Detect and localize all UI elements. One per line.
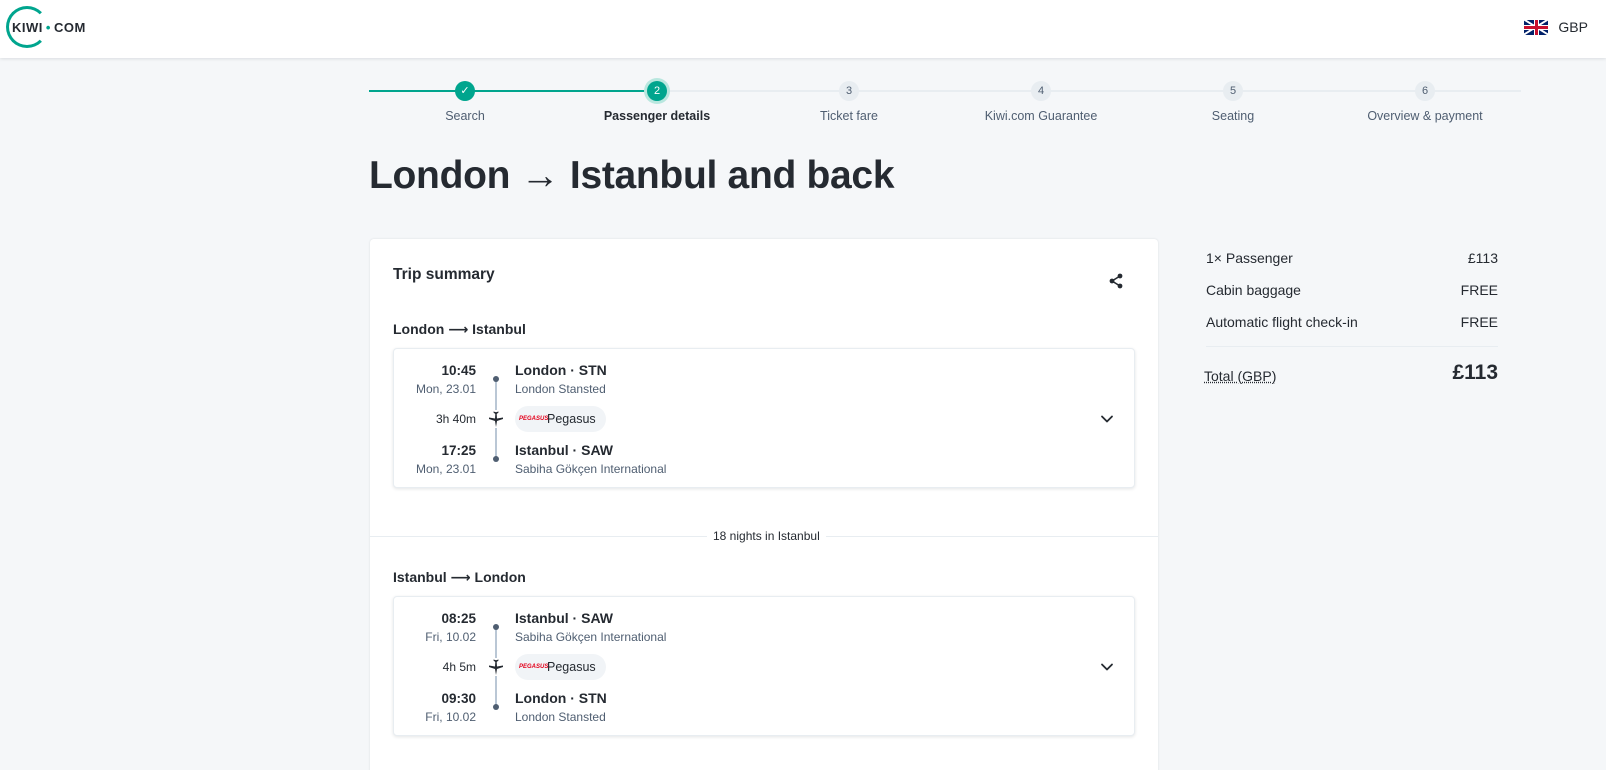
arrival-date: Mon, 23.01 [415,462,476,476]
step-number: 5 [1223,81,1243,101]
price-label: Cabin baggage [1206,282,1301,298]
carrier-name: Pegasus [547,412,596,426]
top-bar: KIWI • COM GBP [0,0,1606,58]
booking-stepper: ✓ Search 2 Passenger details 3 Ticket fa… [369,80,1521,130]
step-guarantee: 4 Kiwi.com Guarantee [961,80,1121,123]
total-price: £113 [1452,361,1498,384]
price-value: FREE [1460,314,1498,330]
price-label: 1× Passenger [1206,250,1293,266]
price-divider [1206,346,1498,347]
step-number: 2 [647,81,667,101]
departure-airport: Sabiha Gökçen International [515,630,667,644]
total-label[interactable]: Total (GBP) [1204,368,1276,384]
flight-duration: 3h 40m [435,412,476,426]
arrival-airport: London Stansted [515,710,606,724]
step-seating: 5 Seating [1153,80,1313,123]
currency-label: GBP [1558,19,1588,35]
step-label: Overview & payment [1367,109,1483,123]
trip-summary-title: Trip summary [393,266,495,283]
kiwi-logo[interactable]: KIWI • COM [6,6,96,48]
step-check-icon: ✓ [455,81,475,101]
step-ticket-fare: 3 Ticket fare [769,80,929,123]
share-icon[interactable] [1107,272,1125,290]
segment-outbound[interactable]: 10:45 Mon, 23.01 3h 40m 17:25 Mon, 23.01… [393,348,1135,488]
uk-flag-icon [1524,19,1549,35]
plane-icon [487,658,505,676]
logo-text: KIWI • COM [12,19,86,35]
step-label: Seating [1211,109,1255,123]
trip-summary-card: Trip summary London ⟶ Istanbul 10:45 Mon… [370,239,1158,770]
departure-date: Mon, 23.01 [415,382,476,396]
leg-title-outbound: London ⟶ Istanbul [393,321,526,337]
price-value: FREE [1460,282,1498,298]
chevron-down-icon[interactable] [1099,659,1115,675]
flight-duration: 4h 5m [442,660,476,674]
departure-time: 08:25 [441,611,476,626]
pegasus-logo-icon: PEGASUS [519,416,549,422]
arrival-date: Fri, 10.02 [425,710,476,724]
timeline-dot [493,456,499,462]
step-number: 6 [1415,81,1435,101]
step-passenger-details[interactable]: 2 Passenger details [577,80,737,123]
step-label: Passenger details [603,109,711,123]
departure-date: Fri, 10.02 [425,630,476,644]
carrier-name: Pegasus [547,660,596,674]
currency-selector[interactable]: GBP [1524,19,1588,35]
arrival-place: London · STN [515,690,607,706]
arrival-airport: Sabiha Gökçen International [515,462,667,476]
departure-place: London · STN [515,362,607,378]
arrival-time: 09:30 [441,691,476,706]
price-value: £113 [1467,250,1498,266]
segment-return[interactable]: 08:25 Fri, 10.02 4h 5m 09:30 Fri, 10.02 … [393,596,1135,736]
arrival-time: 17:25 [441,443,476,458]
step-search[interactable]: ✓ Search [385,80,545,123]
plane-icon [487,410,505,428]
departure-time: 10:45 [441,363,476,378]
price-label: Automatic flight check-in [1206,314,1358,330]
step-label: Search [445,109,485,123]
nights-label: 18 nights in Istanbul [707,529,826,543]
step-label: Kiwi.com Guarantee [984,109,1098,123]
page-title: London → Istanbul and back [369,154,895,197]
step-number: 3 [839,81,859,101]
timeline-dot [493,376,499,382]
pegasus-logo-icon: PEGASUS [519,664,549,670]
arrival-place: Istanbul · SAW [515,442,613,458]
chevron-down-icon[interactable] [1099,411,1115,427]
departure-airport: London Stansted [515,382,606,396]
timeline-dot [493,704,499,710]
step-overview-payment: 6 Overview & payment [1345,80,1505,123]
timeline-dot [493,624,499,630]
carrier-badge: PEGASUS Pegasus [515,654,606,680]
step-number: 4 [1031,81,1051,101]
step-label: Ticket fare [820,109,878,123]
leg-title-return: Istanbul ⟶ London [393,569,526,585]
departure-place: Istanbul · SAW [515,610,613,626]
carrier-badge: PEGASUS Pegasus [515,406,606,432]
